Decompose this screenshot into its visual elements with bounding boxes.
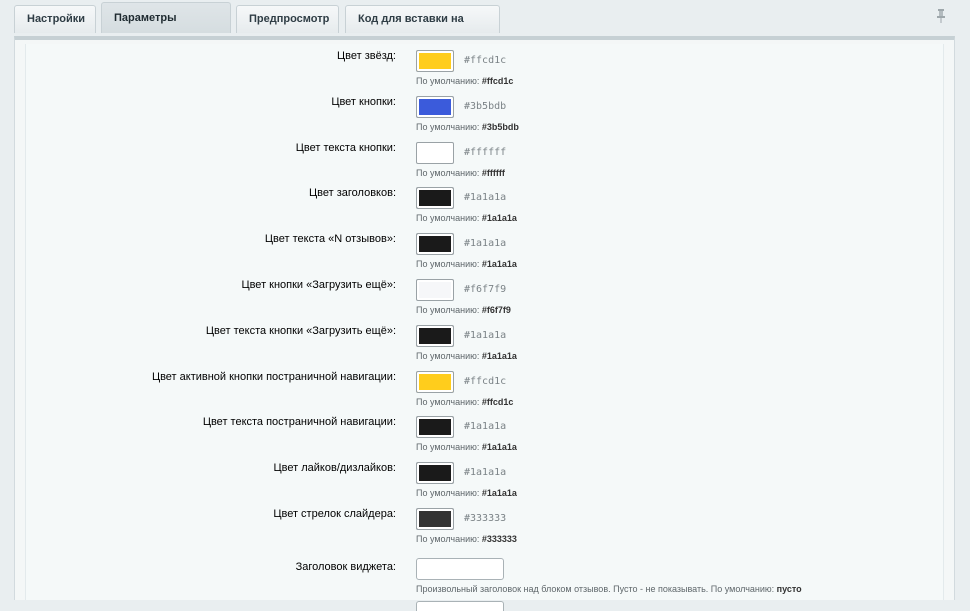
- color-label: Цвет кнопки «Загрузить ещё»:: [241, 279, 396, 291]
- color-row: Цвет текста кнопки: #ffffff По умолчанию: …: [26, 142, 943, 182]
- default-hint: По умолчанию: #ffffff: [416, 168, 505, 178]
- widget-title-row: Заголовок виджета: Произвольный заголовок…: [26, 558, 943, 598]
- color-hex-value[interactable]: #1a1a1a: [464, 330, 506, 341]
- default-prefix: По умолчанию:: [416, 213, 480, 223]
- default-prefix: По умолчанию:: [416, 168, 480, 178]
- color-row: Цвет текста «N отзывов»: #1a1a1a По умолча…: [26, 233, 943, 273]
- default-prefix: По умолчанию:: [416, 351, 480, 361]
- color-hex-value[interactable]: #1a1a1a: [464, 467, 506, 478]
- default-prefix: По умолчанию:: [416, 442, 480, 452]
- default-prefix: По умолчанию:: [416, 488, 480, 498]
- color-hex-value[interactable]: #1a1a1a: [464, 238, 506, 249]
- settings-panel: Цвет звёзд: #ffcd1c По умолчанию: #ffcd1c Ц…: [14, 36, 955, 611]
- color-swatch[interactable]: [416, 142, 454, 164]
- default-hint: По умолчанию: #1a1a1a: [416, 259, 517, 269]
- color-row: Цвет кнопки «Загрузить ещё»: #f6f7f9 По ум…: [26, 279, 943, 319]
- default-value: #ffcd1c: [481, 397, 514, 407]
- default-hint: По умолчанию: #1a1a1a: [416, 488, 517, 498]
- color-hex-value[interactable]: #1a1a1a: [464, 192, 506, 203]
- tab-output-params[interactable]: Параметры вывода: [101, 2, 231, 55]
- color-label: Цвет кнопки:: [331, 96, 396, 108]
- color-label: Цвет звёзд:: [337, 50, 396, 62]
- default-hint: По умолчанию: #3b5bdb: [416, 122, 519, 132]
- color-swatch[interactable]: [416, 187, 454, 209]
- default-value: #333333: [481, 534, 517, 544]
- color-swatch[interactable]: [416, 416, 454, 438]
- color-label: Цвет активной кнопки постраничной навига…: [151, 371, 396, 383]
- default-prefix: По умолчанию:: [416, 122, 480, 132]
- default-value: #1a1a1a: [481, 442, 517, 452]
- default-prefix: По умолчанию:: [416, 305, 480, 315]
- color-label: Цвет текста постраничной навигации:: [202, 416, 396, 428]
- color-hex-value[interactable]: #ffffff: [464, 147, 506, 158]
- default-prefix: По умолчанию:: [416, 534, 480, 544]
- default-prefix: По умолчанию:: [416, 259, 480, 269]
- default-hint: По умолчанию: #1a1a1a: [416, 213, 517, 223]
- default-hint: По умолчанию: #1a1a1a: [416, 351, 517, 361]
- widget-title-input[interactable]: [416, 558, 504, 580]
- widget-title-hint-default: пусто: [776, 584, 802, 594]
- default-hint: По умолчанию: #ffcd1c: [416, 397, 513, 407]
- default-hint: По умолчанию: #333333: [416, 534, 517, 544]
- default-value: #ffcd1c: [481, 76, 514, 86]
- color-label: Цвет заголовков:: [309, 187, 396, 199]
- default-value: #3b5bdb: [481, 122, 519, 132]
- default-hint: По умолчанию: #1a1a1a: [416, 442, 517, 452]
- color-swatch[interactable]: [416, 233, 454, 255]
- tab-embed-code[interactable]: Код для вставки на сайт: [345, 5, 500, 52]
- color-swatch[interactable]: [416, 371, 454, 393]
- next-row-partial: [26, 601, 943, 611]
- default-prefix: По умолчанию:: [416, 76, 480, 86]
- settings-form: Цвет звёзд: #ffcd1c По умолчанию: #ffcd1c Ц…: [25, 44, 944, 611]
- default-value: #1a1a1a: [481, 351, 517, 361]
- tab-preview[interactable]: Предпросмотр: [236, 5, 339, 33]
- color-hex-value[interactable]: #3b5bdb: [464, 101, 506, 112]
- color-label: Цвет текста «N отзывов»:: [264, 233, 396, 245]
- color-swatch[interactable]: [416, 279, 454, 301]
- default-value: #1a1a1a: [481, 213, 517, 223]
- color-row: Цвет стрелок слайдера: #333333 По умолчани…: [26, 508, 943, 548]
- color-swatch[interactable]: [416, 462, 454, 484]
- next-input-partial[interactable]: [416, 601, 504, 611]
- color-hex-value[interactable]: #ffcd1c: [464, 55, 506, 66]
- color-row: Цвет кнопки: #3b5bdb По умолчанию: #3b5bdb: [26, 96, 943, 136]
- color-label: Цвет текста кнопки «Загрузить ещё»:: [205, 325, 396, 337]
- color-row: Цвет лайков/дизлайков: #1a1a1a По умолчани…: [26, 462, 943, 502]
- color-hex-value[interactable]: #1a1a1a: [464, 421, 506, 432]
- default-value: #1a1a1a: [481, 488, 517, 498]
- widget-title-label: Заголовок виджета:: [295, 561, 396, 573]
- color-hex-value[interactable]: #f6f7f9: [464, 284, 506, 295]
- color-swatch[interactable]: [416, 96, 454, 118]
- widget-title-hint-text: Произвольный заголовок над блоком отзыво…: [416, 584, 775, 594]
- default-prefix: По умолчанию:: [416, 397, 480, 407]
- color-hex-value[interactable]: #ffcd1c: [464, 376, 506, 387]
- default-hint: По умолчанию: #ffcd1c: [416, 76, 513, 86]
- color-swatch[interactable]: [416, 325, 454, 347]
- color-label: Цвет стрелок слайдера:: [273, 508, 396, 520]
- tab-bar: Настройки Параметры вывода Предпросмотр …: [0, 0, 970, 55]
- color-label: Цвет текста кнопки:: [295, 142, 396, 154]
- color-swatch[interactable]: [416, 508, 454, 530]
- default-hint: По умолчанию: #f6f7f9: [416, 305, 511, 315]
- default-value: #ffffff: [481, 168, 505, 178]
- color-swatch[interactable]: [416, 50, 454, 72]
- color-label: Цвет лайков/дизлайков:: [273, 462, 396, 474]
- color-row: Цвет активной кнопки постраничной навига…: [26, 371, 943, 411]
- color-row: Цвет текста постраничной навигации: #1a1a…: [26, 416, 943, 456]
- color-row: Цвет заголовков: #1a1a1a По умолчанию: #1a…: [26, 187, 943, 227]
- default-value: #f6f7f9: [481, 305, 511, 315]
- default-value: #1a1a1a: [481, 259, 517, 269]
- pin-icon[interactable]: [934, 8, 948, 24]
- color-row: Цвет звёзд: #ffcd1c По умолчанию: #ffcd1c: [26, 50, 943, 90]
- color-row: Цвет текста кнопки «Загрузить ещё»: #1a1a…: [26, 325, 943, 365]
- tab-settings[interactable]: Настройки: [14, 5, 96, 33]
- color-hex-value[interactable]: #333333: [464, 513, 506, 524]
- widget-title-hint: Произвольный заголовок над блоком отзыво…: [416, 584, 802, 594]
